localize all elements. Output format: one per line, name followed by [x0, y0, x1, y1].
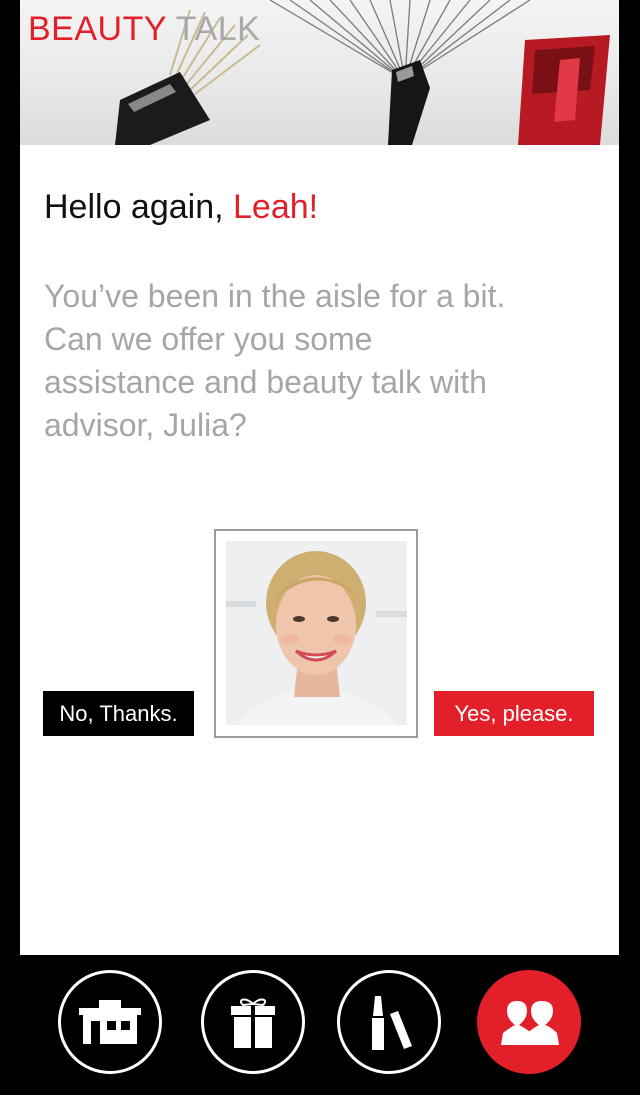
- decline-button[interactable]: No, Thanks.: [43, 691, 194, 736]
- nav-advisor-button[interactable]: [477, 970, 581, 1074]
- user-name: Leah!: [233, 188, 319, 226]
- bottom-nav-bar: [0, 955, 640, 1095]
- greeting-prefix: Hello again,: [44, 188, 234, 226]
- home-icon: [79, 1000, 141, 1044]
- gift-icon: [231, 998, 275, 1048]
- brand-logo: BEAUTY TALK: [28, 10, 260, 49]
- advisor-photo-frame: [214, 529, 418, 738]
- accept-button[interactable]: Yes, please.: [434, 691, 594, 736]
- nav-products-button[interactable]: [337, 970, 441, 1074]
- brand-text-talk: TALK: [175, 10, 261, 48]
- advisor-photo: [226, 541, 407, 725]
- lipstick-icon: [372, 996, 412, 1050]
- assistance-message: You’ve been in the aisle for a bit. Can …: [44, 278, 506, 443]
- nav-home-button[interactable]: [58, 970, 162, 1074]
- advisor-people-icon: [501, 1001, 559, 1045]
- brand-text-beauty: BEAUTY: [28, 10, 167, 48]
- header-banner: BEAUTY TALK: [20, 0, 619, 145]
- nav-gifts-button[interactable]: [201, 970, 305, 1074]
- app-screen: BEAUTY TALK Hello again, Leah! You’ve be…: [20, 0, 619, 955]
- greeting-heading: Hello again, Leah!: [44, 188, 318, 227]
